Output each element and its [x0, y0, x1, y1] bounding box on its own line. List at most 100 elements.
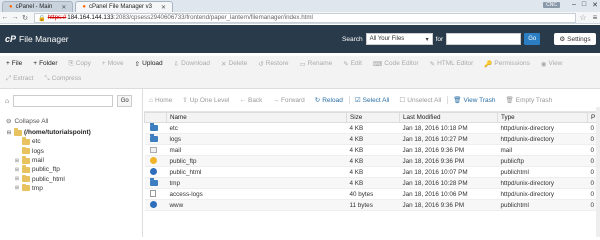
empty-trash-button[interactable]: 🗑 Empty Trash: [506, 96, 553, 105]
home-icon: ⌂: [149, 96, 153, 104]
close-icon[interactable]: ✕: [161, 4, 166, 11]
table-row[interactable]: www 11 bytes Jan 18, 2016 9:36 PM publichtm…: [144, 199, 600, 211]
search-input[interactable]: [446, 33, 522, 45]
view-trash-button[interactable]: 🗑 View Trash: [447, 96, 496, 104]
tree-path-input[interactable]: [13, 95, 114, 107]
column-header-modified[interactable]: Last Modified: [399, 112, 498, 123]
collapse-all-label: Collapse All: [14, 117, 49, 125]
file-modified: Jan 18, 2016 10:27 PM: [399, 133, 498, 145]
view-label: View: [548, 60, 563, 67]
unselect-all-button[interactable]: ☐ Unselect All: [399, 96, 441, 105]
extract-icon: ⤢: [6, 74, 12, 82]
collapse-all-link[interactable]: ⊖ Collapse All: [6, 117, 142, 126]
extract-button[interactable]: ⤢ Extract: [6, 75, 33, 83]
copy-button[interactable]: ⎘ Copy: [69, 60, 91, 68]
back-label: Back: [247, 96, 263, 104]
code-editor-label: Code Editor: [384, 60, 419, 67]
table-row[interactable]: public_html 4 KB Jan 18, 2016 10:07 PM publ…: [144, 166, 600, 178]
file-list-panel: ⌂ Home ⇧ Up One Level ← Back → Forward ↻ Reload ☑ S…: [144, 89, 600, 237]
restore-button[interactable]: ↺ Restore: [258, 60, 288, 68]
settings-button[interactable]: ⚙ Settings: [554, 33, 596, 45]
file-size: 4 KB: [346, 166, 400, 178]
home-button[interactable]: ⌂ Home: [149, 97, 172, 104]
delete-label: Delete: [228, 60, 248, 67]
tree-item-public-html[interactable]: ⊞ public_html: [14, 174, 142, 183]
close-icon[interactable]: ✕: [61, 4, 66, 11]
expand-toggle-icon[interactable]: ⊞: [14, 158, 20, 164]
select-all-button[interactable]: ☑ Select All: [348, 96, 389, 104]
expand-toggle-icon[interactable]: ⊞: [14, 185, 20, 191]
tree-item-etc[interactable]: etc: [14, 137, 142, 146]
tree-item-public-ftp[interactable]: ⊞ public_ftp: [14, 165, 142, 174]
tree-item-logs[interactable]: logs: [14, 146, 142, 156]
back-arrow-icon[interactable]: ←: [0, 14, 10, 21]
code-editor-button[interactable]: ⌨ Code Editor: [373, 60, 419, 68]
maximize-icon[interactable]: □: [582, 1, 586, 9]
tree-root[interactable]: ⊟ (/home/tutorialspoint): [6, 128, 142, 137]
icon-column-header: [144, 112, 167, 123]
tree-go-button[interactable]: Go: [117, 95, 133, 107]
restore-icon: ↺: [258, 60, 264, 68]
back-button[interactable]: ← Back: [239, 97, 262, 104]
directory-tree: ⊟ (/home/tutorialspoint) etc logs ⊞ mail ⊞ pu…: [6, 128, 142, 193]
search-go-button[interactable]: Go: [524, 33, 541, 45]
tab-cpanel-main[interactable]: ● cPanel - Main ✕: [2, 1, 74, 12]
column-header-type[interactable]: Type: [497, 112, 588, 123]
table-row[interactable]: tmp 4 KB Jan 18, 2016 10:28 PM httpd/unix-d…: [144, 177, 600, 189]
forward-button[interactable]: → Forward: [272, 97, 304, 104]
forward-icon: →: [272, 96, 279, 104]
search-scope-select[interactable]: All Your Files ▾: [365, 33, 433, 45]
delete-button[interactable]: ✕ Delete: [221, 60, 247, 68]
reload-icon[interactable]: ↻: [20, 14, 30, 22]
url-path: :2083/cpsess2940606733/frontend/paper_la…: [113, 14, 313, 21]
upload-button[interactable]: ⇧ Upload: [135, 60, 163, 68]
file-button[interactable]: + File: [6, 60, 22, 67]
folder-button[interactable]: + Folder: [33, 60, 57, 67]
chevron-down-icon: ▾: [425, 36, 429, 43]
table-row[interactable]: etc 4 KB Jan 18, 2016 10:18 PM httpd/unix-d…: [144, 122, 600, 134]
rename-button[interactable]: ▭ Rename: [300, 60, 333, 68]
profile-badge[interactable]: CNC: [543, 2, 560, 8]
column-header-size[interactable]: Size: [346, 112, 400, 123]
table-row[interactable]: logs 4 KB Jan 18, 2016 10:27 PM httpd/unix-…: [144, 133, 600, 145]
forward-arrow-icon[interactable]: →: [10, 14, 20, 21]
file-icon-cell: [144, 144, 167, 156]
move-button[interactable]: + Move: [102, 60, 124, 67]
column-header-name[interactable]: Name: [166, 112, 347, 123]
text-icon: [149, 190, 156, 198]
download-button[interactable]: ⇩ Download: [174, 60, 210, 68]
view-trash-icon: 🗑: [453, 97, 462, 104]
tab-file-manager[interactable]: ● cPanel File Manager v3 ✕: [75, 1, 174, 12]
html-editor-button[interactable]: ✎ HTML Editor: [430, 60, 474, 68]
reload-button[interactable]: ↻ Reload: [315, 96, 343, 105]
tree-item-tmp[interactable]: ⊞ tmp: [14, 183, 142, 193]
file-modified: Jan 18, 2016 10:18 PM: [399, 122, 498, 134]
expand-toggle-icon[interactable]: ⊞: [14, 167, 20, 173]
table-row[interactable]: public_ftp 4 KB Jan 18, 2016 9:36 PM public…: [144, 155, 600, 167]
edit-button[interactable]: ✎ Edit: [343, 60, 362, 68]
permissions-button[interactable]: 🔑 Permissions: [484, 60, 530, 68]
file-icon-cell: [144, 155, 167, 167]
table-row[interactable]: mail 4 KB Jan 18, 2016 9:36 PM mail 0: [144, 144, 600, 156]
minimize-icon[interactable]: –: [572, 1, 576, 9]
tree-root-label: (/home/tutorialspoint): [24, 129, 91, 137]
file-size: 11 bytes: [346, 199, 400, 211]
home-icon[interactable]: ⌂: [5, 98, 9, 105]
file-type: publichtml: [497, 199, 588, 211]
url-field[interactable]: 🔒 https:// 184.164.144.133 :2083/cpsess2…: [34, 12, 576, 23]
browser-menu-icon[interactable]: ≡: [590, 13, 600, 22]
collapse-toggle-icon[interactable]: ⊟: [6, 130, 12, 136]
up-one-level-button[interactable]: ⇧ Up One Level: [182, 96, 229, 105]
tree-path-bar: ⌂ Go: [0, 93, 142, 109]
compress-button[interactable]: ⤡ Compress: [44, 75, 81, 83]
expand-toggle-icon[interactable]: ⊞: [14, 176, 20, 182]
file-type: publicftp: [497, 155, 588, 167]
bookmark-star-icon[interactable]: ☆: [576, 13, 590, 22]
view-button[interactable]: ◉ View: [541, 60, 563, 68]
file-type: httpd/unix-directory: [497, 122, 588, 134]
table-row[interactable]: access-logs 40 bytes Jan 18, 2016 10:06 PM…: [144, 188, 600, 200]
close-window-icon[interactable]: ✕: [592, 1, 598, 9]
tree-item-mail[interactable]: ⊞ mail: [14, 156, 142, 165]
for-label: for: [435, 35, 444, 43]
vertical-scrollbar[interactable]: [596, 107, 600, 237]
